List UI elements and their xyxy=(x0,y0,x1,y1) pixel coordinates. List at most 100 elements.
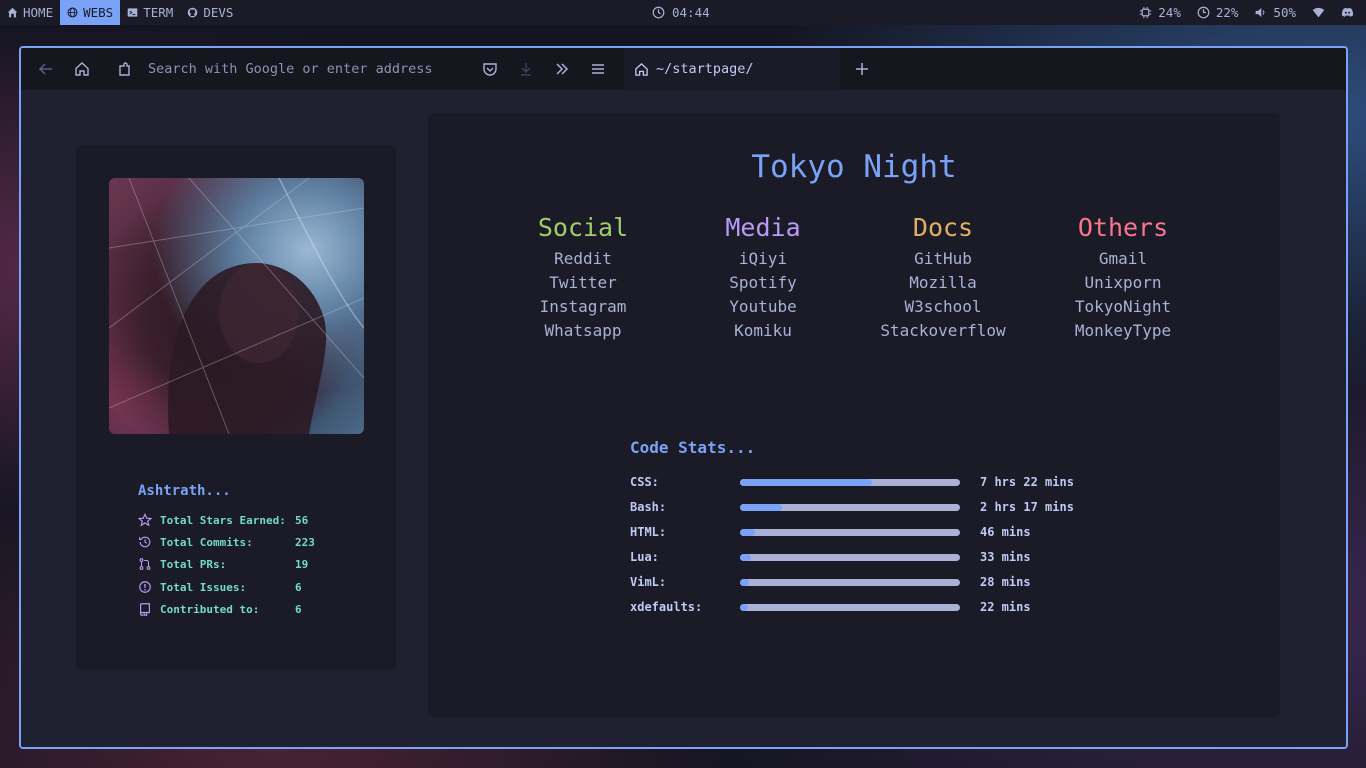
home-button[interactable] xyxy=(73,60,91,78)
code-stat-bar xyxy=(740,528,960,536)
system-stats: 24% 22% 50% xyxy=(1139,0,1366,25)
code-stat-row: VimL: 28 mins xyxy=(630,575,1031,589)
discord-stat[interactable] xyxy=(1341,6,1354,19)
overflow-button[interactable] xyxy=(553,60,571,78)
clock: 04:44 xyxy=(652,0,710,25)
link-gmail[interactable]: Gmail xyxy=(1033,247,1213,271)
code-stat-bar xyxy=(740,503,960,511)
code-stat-bar xyxy=(740,578,960,586)
workspace-term[interactable]: TERM xyxy=(120,0,180,25)
column-heading: Others xyxy=(1077,213,1169,242)
link-youtube[interactable]: Youtube xyxy=(673,295,853,319)
stat-row-commits: Total Commits: 223 xyxy=(138,535,315,549)
arrow-left-icon xyxy=(38,63,52,75)
new-tab-button[interactable] xyxy=(853,60,871,78)
workspace-label: HOME xyxy=(23,5,54,20)
clock-time: 04:44 xyxy=(672,5,710,20)
code-stat-bar xyxy=(740,603,960,611)
code-stat-bar xyxy=(740,553,960,561)
code-stat-lang: Lua: xyxy=(630,550,659,564)
link-unixporn[interactable]: Unixporn xyxy=(1033,271,1213,295)
link-column-media: Media iQiyi Spotify Youtube Komiku xyxy=(673,213,853,343)
workspace-label: DEVS xyxy=(203,5,234,20)
cpu-icon xyxy=(1140,6,1152,19)
back-button[interactable] xyxy=(37,60,55,78)
tab-startpage[interactable]: ~/startpage/ xyxy=(624,48,840,90)
code-stat-time: 2 hrs 17 mins xyxy=(980,500,1074,514)
startpage-main: Tokyo Night Social Reddit Twitter Instag… xyxy=(428,113,1280,717)
workspace-label: WEBS xyxy=(83,5,114,20)
clock-icon xyxy=(652,6,665,19)
profile-username: Ashtrath... xyxy=(138,483,231,499)
code-stat-lang: xdefaults: xyxy=(630,600,703,614)
code-stat-time: 7 hrs 22 mins xyxy=(980,475,1074,489)
stat-label: Contributed to: xyxy=(160,602,260,616)
link-whatsapp[interactable]: Whatsapp xyxy=(493,319,673,343)
code-stat-bar xyxy=(740,478,960,486)
url-input[interactable]: Search with Google or enter address xyxy=(148,61,432,77)
github-icon xyxy=(188,7,198,18)
stat-label: Total Commits: xyxy=(160,535,253,549)
workspace-label: TERM xyxy=(143,5,174,20)
link-column-docs: Docs GitHub Mozilla W3school Stackoverfl… xyxy=(853,213,1033,343)
link-twitter[interactable]: Twitter xyxy=(493,271,673,295)
code-stat-bar-fill xyxy=(740,528,756,536)
memory-value: 22% xyxy=(1215,5,1239,20)
stat-label: Total PRs: xyxy=(160,557,227,571)
page-content: Ashtrath... Total Stars Earned: 56 Total… xyxy=(21,90,1346,747)
link-tokyonight[interactable]: TokyoNight xyxy=(1033,295,1213,319)
browser-navbar: Search with Google or enter address ~/st… xyxy=(21,48,1346,90)
link-mozilla[interactable]: Mozilla xyxy=(853,271,1033,295)
stat-value: 56 xyxy=(295,513,309,527)
code-stat-time: 33 mins xyxy=(980,550,1031,564)
link-monkeytype[interactable]: MonkeyType xyxy=(1033,319,1213,343)
link-instagram[interactable]: Instagram xyxy=(493,295,673,319)
stat-value: 6 xyxy=(295,580,302,594)
volume-value: 50% xyxy=(1273,5,1296,20)
link-w3school[interactable]: W3school xyxy=(853,295,1033,319)
downloads-button[interactable] xyxy=(517,60,535,78)
stat-value: 19 xyxy=(295,557,309,571)
link-stackoverflow[interactable]: Stackoverflow xyxy=(853,319,1033,343)
link-reddit[interactable]: Reddit xyxy=(493,247,673,271)
wifi-stat[interactable] xyxy=(1312,6,1325,19)
tab-title: ~/startpage/ xyxy=(656,61,754,77)
link-column-others: Others Gmail Unixporn TokyoNight MonkeyT… xyxy=(1033,213,1213,343)
issue-icon xyxy=(139,581,151,593)
avatar xyxy=(109,178,364,434)
link-iqiyi[interactable]: iQiyi xyxy=(673,247,853,271)
home-icon xyxy=(635,62,648,76)
browser-window: Search with Google or enter address ~/st… xyxy=(19,46,1348,749)
code-stat-lang: Bash: xyxy=(630,500,667,514)
avatar-artwork xyxy=(109,178,364,434)
discord-icon xyxy=(1341,7,1354,17)
code-stats-title: Code Stats... xyxy=(630,438,756,457)
pocket-button[interactable] xyxy=(481,60,499,78)
link-komiku[interactable]: Komiku xyxy=(673,319,853,343)
stat-row-prs: Total PRs: 19 xyxy=(138,557,308,571)
column-heading: Docs xyxy=(912,213,974,242)
home-icon xyxy=(75,62,89,76)
hamburger-icon xyxy=(592,64,604,74)
menu-button[interactable] xyxy=(589,60,607,78)
code-stat-row: CSS: 7 hrs 22 mins xyxy=(630,475,1074,489)
stat-row-stars: Total Stars Earned: 56 xyxy=(138,513,308,527)
workspace-home[interactable]: HOME xyxy=(0,0,60,25)
link-github[interactable]: GitHub xyxy=(853,247,1033,271)
stat-row-issues: Total Issues: 6 xyxy=(138,580,302,594)
pocket-icon xyxy=(483,63,497,76)
link-column-social: Social Reddit Twitter Instagram Whatsapp xyxy=(493,213,673,343)
plus-icon xyxy=(856,63,868,75)
workspace-webs[interactable]: WEBS xyxy=(60,0,121,25)
home-icon xyxy=(7,7,18,18)
globe-icon xyxy=(67,7,78,18)
code-stat-time: 22 mins xyxy=(980,600,1031,614)
link-spotify[interactable]: Spotify xyxy=(673,271,853,295)
code-stat-lang: VimL: xyxy=(630,575,667,589)
code-stat-row: Lua: 33 mins xyxy=(630,550,1031,564)
code-stat-lang: HTML: xyxy=(630,525,667,539)
chevrons-right-icon xyxy=(556,63,569,75)
extensions-button[interactable] xyxy=(117,60,135,78)
volume-stat[interactable]: 50% xyxy=(1254,5,1296,20)
workspace-devs[interactable]: DEVS xyxy=(180,0,240,25)
